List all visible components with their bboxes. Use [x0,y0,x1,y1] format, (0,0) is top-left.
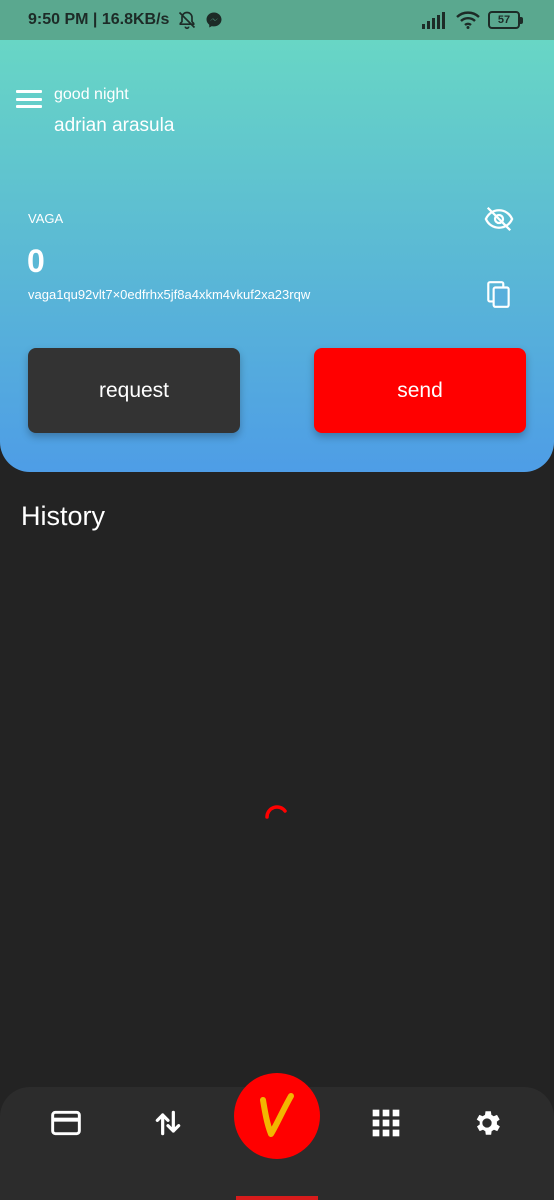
balance-amount: 0 [27,243,45,279]
token-label: VAGA [28,211,64,226]
swap-vertical-icon[interactable] [152,1107,184,1139]
copy-icon[interactable] [486,280,512,310]
credit-card-icon[interactable] [50,1107,82,1139]
gear-icon[interactable] [471,1107,503,1139]
status-time-speed: 9:50 PM | 16.8KB/s [28,11,170,28]
battery-icon: 57 [488,11,523,29]
menu-button[interactable] [16,88,42,110]
username: adrian arasula [54,115,175,136]
hamburger-menu-icon-bar [16,105,42,108]
hamburger-menu-icon [16,90,42,93]
signal-icon [422,12,445,29]
grid-icon[interactable] [370,1107,402,1139]
wallet-address: vaga1qu92vlt7×0edfrhx5jf8a4xkm4vkuf2xa23… [28,287,311,302]
greeting-text: good night [54,86,129,103]
request-button[interactable]: request [28,348,240,433]
history-title: History [21,501,106,531]
vaga-logo-icon [260,1093,294,1137]
status-bar: 9:50 PM | 16.8KB/s 57 [0,0,554,40]
bell-off-icon [179,11,196,30]
fab-bottom-strip [236,1196,318,1200]
status-right: 57 [422,11,523,29]
eye-off-icon[interactable] [484,204,514,234]
send-button[interactable]: send [314,348,526,433]
loading-spinner-icon [265,805,287,819]
hamburger-menu-icon-bar [16,97,42,101]
wifi-icon [456,11,480,29]
messenger-icon [206,12,222,28]
vaga-home-button[interactable] [234,1073,320,1159]
status-left: 9:50 PM | 16.8KB/s [28,10,223,30]
